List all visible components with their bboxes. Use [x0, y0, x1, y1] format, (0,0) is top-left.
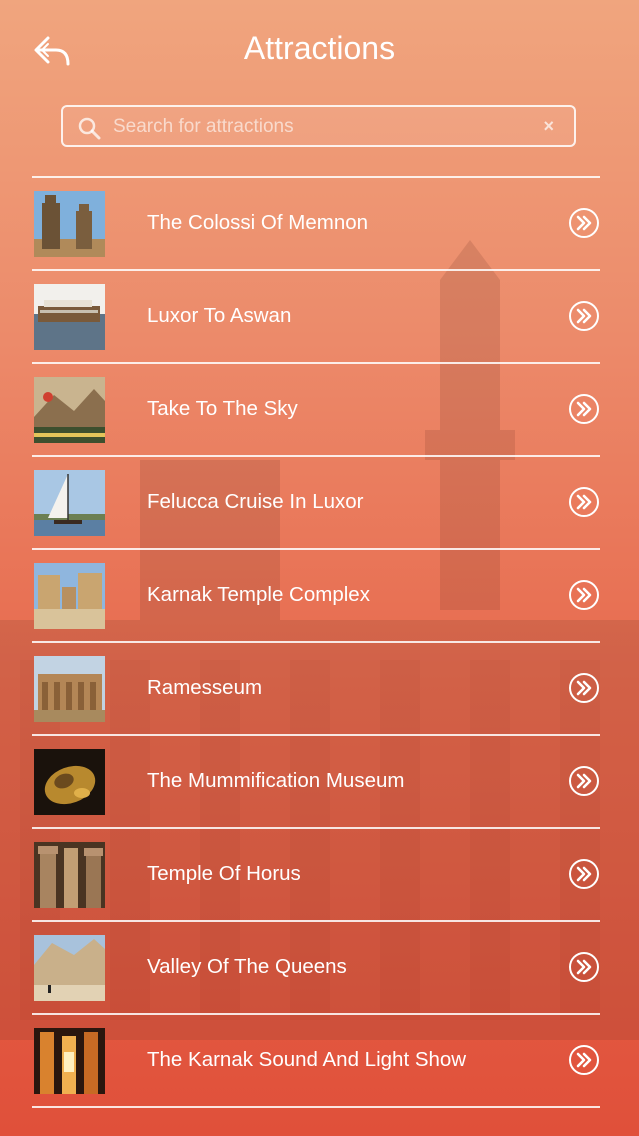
list-item-mummification-museum[interactable]: The Mummification Museum — [32, 736, 600, 827]
attraction-label: Valley Of The Queens — [147, 955, 347, 978]
karnak-photo — [34, 563, 105, 629]
clear-search-button[interactable]: × — [543, 116, 554, 137]
attraction-label: Felucca Cruise In Luxor — [147, 490, 364, 513]
list-item-karnak-sound-and-light-show[interactable]: The Karnak Sound And Light Show — [32, 1015, 600, 1106]
chevron-double-right-icon[interactable] — [568, 951, 600, 983]
cruise-boat-photo — [34, 284, 105, 350]
attraction-label: Temple Of Horus — [147, 862, 301, 885]
list-item-valley-of-the-queens[interactable]: Valley Of The Queens — [32, 922, 600, 1013]
chevron-double-right-icon[interactable] — [568, 765, 600, 797]
search-input[interactable] — [113, 113, 523, 141]
list-item-karnak-temple-complex[interactable]: Karnak Temple Complex — [32, 550, 600, 641]
attraction-label: Karnak Temple Complex — [147, 583, 370, 606]
light-show-photo — [34, 1028, 105, 1094]
list-item-ramesseum[interactable]: Ramesseum — [32, 643, 600, 734]
balloon-photo — [34, 377, 105, 443]
chevron-double-right-icon[interactable] — [568, 672, 600, 704]
list-divider — [32, 1106, 600, 1108]
list-item-luxor-to-aswan[interactable]: Luxor To Aswan — [32, 271, 600, 362]
chevron-double-right-icon[interactable] — [568, 858, 600, 890]
search-bar: × — [61, 105, 576, 147]
attraction-label: Take To The Sky — [147, 397, 298, 420]
search-icon — [78, 117, 101, 140]
chevron-double-right-icon[interactable] — [568, 486, 600, 518]
ramesseum-photo — [34, 656, 105, 722]
attraction-label: The Mummification Museum — [147, 769, 405, 792]
valley-photo — [34, 935, 105, 1001]
chevron-double-right-icon[interactable] — [568, 207, 600, 239]
page-title: Attractions — [243, 30, 396, 66]
felucca-photo — [34, 470, 105, 536]
mask-photo — [34, 749, 105, 815]
list-item-take-to-the-sky[interactable]: Take To The Sky — [32, 364, 600, 455]
attraction-label: The Colossi Of Memnon — [147, 211, 369, 234]
attraction-label: The Karnak Sound And Light Show — [147, 1048, 467, 1071]
list-item-felucca-cruise[interactable]: Felucca Cruise In Luxor — [32, 457, 600, 548]
chevron-double-right-icon[interactable] — [568, 579, 600, 611]
header-bar: Attractions — [0, 0, 639, 100]
chevron-double-right-icon[interactable] — [568, 1044, 600, 1076]
list-item-colossi-of-memnon[interactable]: The Colossi Of Memnon — [32, 178, 600, 269]
list-item-temple-of-horus[interactable]: Temple Of Horus — [32, 829, 600, 920]
horus-columns-photo — [34, 842, 105, 908]
colossi-photo — [34, 191, 105, 257]
attraction-label: Luxor To Aswan — [147, 304, 292, 327]
chevron-double-right-icon[interactable] — [568, 393, 600, 425]
attraction-label: Ramesseum — [147, 676, 263, 699]
attractions-list: The Colossi Of Memnon Luxor To Aswan Tak… — [32, 176, 600, 1108]
chevron-double-right-icon[interactable] — [568, 300, 600, 332]
